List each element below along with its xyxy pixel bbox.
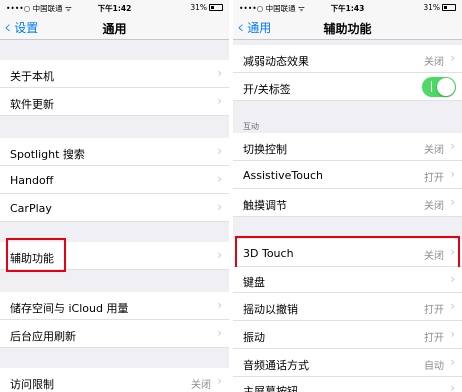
row-label: 储存空间与 iCloud 用量 xyxy=(10,302,129,315)
row-storage-icloud[interactable]: 储存空间与 iCloud 用量 › xyxy=(0,292,229,320)
accessibility-screen: ••••○ 中国联通 ᯤ 下午1:43 31% ‹ 通用 辅助功能 减弱动态效果… xyxy=(233,0,462,392)
row-label: 软件更新 xyxy=(10,98,54,111)
row-handoff[interactable]: Handoff › xyxy=(0,166,229,194)
chevron-right-icon: › xyxy=(450,167,455,181)
battery-icon xyxy=(442,4,456,11)
highlight-box xyxy=(6,238,66,272)
row-about[interactable]: 关于本机 › xyxy=(0,60,229,88)
row-label: 关于本机 xyxy=(10,70,54,83)
row-label: 开/关标签 xyxy=(243,83,291,96)
row-value: 打开 xyxy=(424,333,444,344)
row-restrictions[interactable]: 访问限制 关闭 › xyxy=(0,368,229,392)
row-label: 振动 xyxy=(243,331,265,344)
row-keyboard[interactable]: 键盘 › xyxy=(233,267,462,293)
row-label: Handoff xyxy=(10,174,54,187)
battery-indicator: 31% xyxy=(423,3,456,12)
chevron-right-icon: › xyxy=(217,200,222,214)
row-label: Spotlight 搜索 xyxy=(10,148,85,161)
status-bar: ••••○ 中国联通 ᯤ 下午1:42 31% xyxy=(0,0,229,14)
section-header-interaction: 互动 xyxy=(243,122,259,131)
row-value: 打开 xyxy=(424,173,444,184)
battery-indicator: 31% xyxy=(190,3,223,12)
row-software-update[interactable]: 软件更新 › xyxy=(0,88,229,116)
row-assistivetouch[interactable]: AssistiveTouch 打开 › xyxy=(233,161,462,189)
row-value: 打开 xyxy=(424,305,444,316)
row-value: 关闭 xyxy=(424,145,444,156)
chevron-right-icon: › xyxy=(217,94,222,108)
row-value: 自动 xyxy=(424,361,444,372)
row-label: 触摸调节 xyxy=(243,199,287,212)
row-label: 键盘 xyxy=(243,276,265,289)
page-title: 通用 xyxy=(102,22,127,36)
row-label: 主屏幕按钮 xyxy=(243,385,298,392)
battery-icon xyxy=(209,4,223,11)
toggle-knob xyxy=(437,78,455,96)
row-label: 减弱动态效果 xyxy=(243,55,309,68)
highlight-box xyxy=(235,236,460,270)
row-shake-to-undo[interactable]: 摇动以撤销 打开 › xyxy=(233,293,462,321)
chevron-right-icon: › xyxy=(450,272,455,286)
navigation-bar: ‹ 设置 通用 xyxy=(0,14,229,40)
general-settings-screen: ••••○ 中国联通 ᯤ 下午1:42 31% ‹ 设置 通用 关于本机 › 软… xyxy=(0,0,229,392)
row-label: AssistiveTouch xyxy=(243,169,323,182)
chevron-right-icon: › xyxy=(450,327,455,341)
row-label: 音频通话方式 xyxy=(243,359,309,372)
chevron-right-icon: › xyxy=(217,66,222,80)
chevron-right-icon: › xyxy=(217,248,222,262)
on-label-mark xyxy=(431,81,432,92)
row-value: 关闭 xyxy=(191,380,211,391)
row-label: 摇动以撤销 xyxy=(243,303,298,316)
chevron-right-icon: › xyxy=(450,299,455,313)
chevron-right-icon: › xyxy=(450,139,455,153)
battery-percent: 31% xyxy=(190,3,207,12)
page-title: 辅助功能 xyxy=(323,22,372,36)
chevron-right-icon: › xyxy=(450,195,455,209)
row-carplay[interactable]: CarPlay › xyxy=(0,194,229,222)
chevron-right-icon: › xyxy=(450,381,455,392)
chevron-right-icon: › xyxy=(450,355,455,369)
battery-percent: 31% xyxy=(423,3,440,12)
row-vibration[interactable]: 振动 打开 › xyxy=(233,321,462,349)
row-value: 关闭 xyxy=(424,57,444,68)
on-off-labels-toggle[interactable] xyxy=(422,77,456,97)
row-touch-accommodations[interactable]: 触摸调节 关闭 › xyxy=(233,189,462,217)
row-switch-control[interactable]: 切换控制 关闭 › xyxy=(233,133,462,161)
row-label: 访问限制 xyxy=(10,378,54,391)
row-label: 切换控制 xyxy=(243,143,287,156)
chevron-right-icon: › xyxy=(217,326,222,340)
navigation-bar: ‹ 通用 辅助功能 xyxy=(233,14,462,40)
chevron-right-icon: › xyxy=(217,374,222,388)
chevron-right-icon: › xyxy=(217,144,222,158)
row-value: 关闭 xyxy=(424,201,444,212)
row-call-audio-routing[interactable]: 音频通话方式 自动 › xyxy=(233,349,462,377)
row-background-refresh[interactable]: 后台应用刷新 › xyxy=(0,320,229,348)
row-home-button[interactable]: 主屏幕按钮 › xyxy=(233,377,462,392)
row-reduce-motion[interactable]: 减弱动态效果 关闭 › xyxy=(233,45,462,73)
status-bar: ••••○ 中国联通 ᯤ 下午1:43 31% xyxy=(233,0,462,14)
chevron-right-icon: › xyxy=(217,298,222,312)
row-spotlight[interactable]: Spotlight 搜索 › xyxy=(0,138,229,166)
row-label: CarPlay xyxy=(10,202,52,215)
row-on-off-labels[interactable]: 开/关标签 xyxy=(233,73,462,101)
chevron-right-icon: › xyxy=(217,172,222,186)
chevron-right-icon: › xyxy=(450,51,455,65)
row-label: 后台应用刷新 xyxy=(10,330,76,343)
